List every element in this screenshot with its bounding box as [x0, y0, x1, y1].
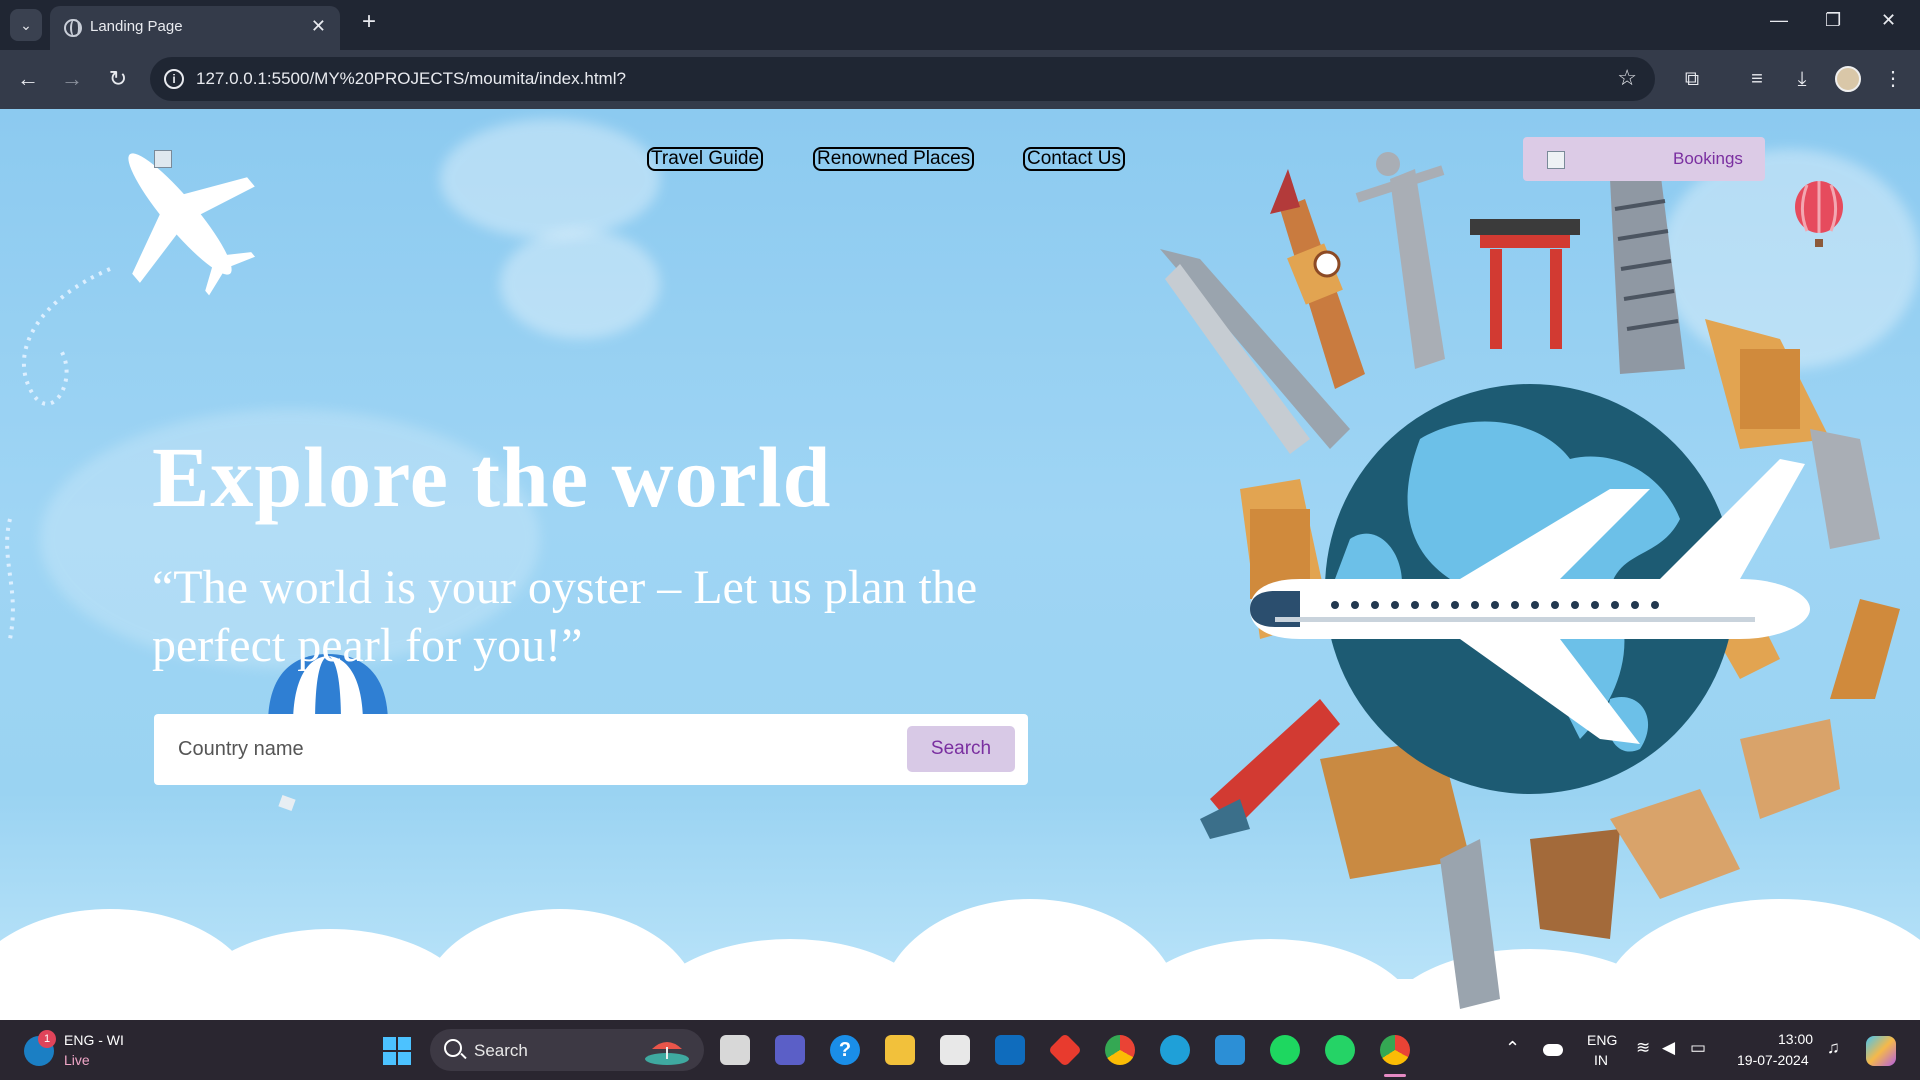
active-app-indicator — [1384, 1074, 1406, 1077]
anydesk-icon[interactable] — [1048, 1033, 1082, 1067]
battery-icon[interactable]: ▭ — [1690, 1038, 1706, 1058]
help-icon[interactable]: ? — [830, 1035, 860, 1065]
tab-search-button[interactable]: ⌄ — [10, 9, 42, 41]
nav-contact-us[interactable]: Contact Us — [1023, 147, 1125, 171]
microsoft-store-icon[interactable] — [940, 1035, 970, 1065]
taskbar-search[interactable]: Search — [430, 1029, 704, 1071]
language-top[interactable]: ENG — [1587, 1032, 1617, 1048]
wifi-icon[interactable]: ≋ — [1636, 1038, 1650, 1058]
windows-start-icon[interactable] — [382, 1036, 412, 1066]
site-info-icon[interactable]: i — [164, 69, 184, 89]
extensions-icon[interactable]: ⧉ — [1677, 64, 1707, 94]
browser-toolbar: ← → ↻ i 127.0.0.1:5500/MY%20PROJECTS/mou… — [0, 50, 1920, 109]
country-search-input[interactable] — [178, 732, 818, 766]
onedrive-icon[interactable] — [1543, 1044, 1563, 1056]
search-highlight-image — [645, 1042, 689, 1065]
nav-renowned-places[interactable]: Renowned Places — [813, 147, 975, 171]
minimize-button[interactable]: — — [1770, 10, 1788, 31]
notification-bell-icon[interactable]: ♫ — [1827, 1038, 1840, 1058]
landing-page: Travel Guide Renowned Places Contact Us … — [0, 109, 1920, 1020]
logo-image-placeholder[interactable] — [154, 150, 172, 168]
plane-trail-decoration — [5, 267, 111, 640]
cloud-decoration — [440, 119, 660, 239]
weather-live: Live — [64, 1052, 90, 1068]
cloud-decoration — [500, 229, 660, 339]
whatsapp-icon[interactable] — [1325, 1035, 1355, 1065]
restore-button[interactable]: ❐ — [1825, 10, 1841, 31]
new-tab-button[interactable]: + — [354, 8, 384, 38]
windows-taskbar: 1 ENG - WI Live Search ? ⌃ ENG IN ≋ ◀ ▭ … — [0, 1020, 1920, 1080]
weather-text[interactable]: ENG - WI — [64, 1032, 124, 1048]
taskbar-search-label: Search — [474, 1041, 528, 1060]
clock-time[interactable]: 13:00 — [1778, 1031, 1813, 1047]
clock-date[interactable]: 19-07-2024 — [1737, 1052, 1809, 1068]
weather-badge: 1 — [38, 1030, 56, 1048]
file-explorer-icon[interactable] — [885, 1035, 915, 1065]
tray-chevron-icon[interactable]: ⌃ — [1505, 1038, 1520, 1059]
browser-menu-icon[interactable]: ⋮ — [1878, 64, 1908, 94]
bookings-image-placeholder — [1547, 151, 1565, 169]
media-queue-icon[interactable]: ≡ — [1742, 64, 1772, 94]
task-view-icon[interactable] — [720, 1035, 750, 1065]
globe-landmarks-illustration — [1160, 152, 1900, 1009]
vscode-icon[interactable] — [1215, 1035, 1245, 1065]
reload-icon[interactable]: ↻ — [103, 64, 133, 94]
profile-avatar[interactable] — [1835, 66, 1861, 92]
spotify-icon[interactable] — [1270, 1035, 1300, 1065]
hero-quote: “The world is your oyster – Let us plan … — [152, 561, 978, 672]
globe-icon — [64, 19, 82, 37]
active-tab[interactable]: Landing Page ✕ — [50, 6, 340, 50]
chrome-icon[interactable] — [1105, 1035, 1135, 1065]
bookings-label: Bookings — [1673, 149, 1743, 168]
language-bottom[interactable]: IN — [1594, 1052, 1608, 1068]
search-button[interactable]: Search — [907, 726, 1015, 772]
chrome-active-icon[interactable] — [1380, 1035, 1410, 1065]
small-balloon-basket — [278, 794, 296, 812]
volume-icon[interactable]: ◀ — [1662, 1038, 1675, 1058]
back-arrow-icon[interactable]: ← — [13, 64, 43, 94]
edge-icon[interactable] — [1160, 1035, 1190, 1065]
outlook-icon[interactable] — [995, 1035, 1025, 1065]
airplane-icon — [128, 153, 256, 296]
copilot-icon[interactable] — [1866, 1036, 1896, 1066]
window-close-button[interactable]: ✕ — [1881, 10, 1896, 31]
country-search-form: Search — [154, 714, 1028, 785]
bookings-button[interactable]: Bookings — [1523, 137, 1765, 181]
teams-icon[interactable] — [775, 1035, 805, 1065]
tab-title: Landing Page — [90, 18, 183, 35]
url-text[interactable]: 127.0.0.1:5500/MY%20PROJECTS/moumita/ind… — [196, 69, 626, 89]
bookmark-star-icon[interactable]: ☆ — [1617, 65, 1637, 91]
address-bar[interactable]: i 127.0.0.1:5500/MY%20PROJECTS/moumita/i… — [150, 57, 1655, 101]
forward-arrow-icon[interactable]: → — [57, 64, 87, 94]
download-icon[interactable]: ⤓ — [1787, 64, 1817, 94]
hero-heading: Explore the world — [152, 429, 832, 525]
tab-close-icon[interactable]: ✕ — [311, 16, 326, 37]
nav-travel-guide[interactable]: Travel Guide — [647, 147, 764, 171]
search-icon — [444, 1039, 462, 1057]
browser-tab-bar: ⌄ Landing Page ✕ + — ❐ ✕ — [0, 0, 1920, 50]
